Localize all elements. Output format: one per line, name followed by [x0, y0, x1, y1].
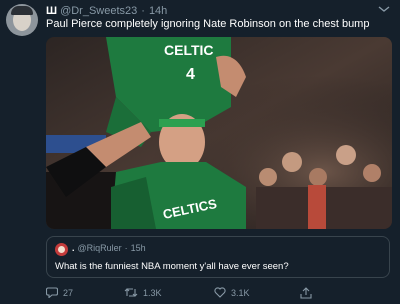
share-button[interactable]: [300, 287, 312, 299]
quote-text: What is the funniest NBA moment y'all ha…: [55, 261, 289, 272]
quote-time: 15h: [130, 243, 146, 253]
like-icon: [214, 287, 226, 298]
avatar[interactable]: [6, 4, 38, 36]
retweet-button[interactable]: 1.3K: [124, 287, 162, 298]
action-bar: 27 1.3K 3.1K: [46, 287, 366, 301]
quoted-tweet[interactable]: . @RiqRuler · 15h What is the funniest N…: [46, 236, 390, 278]
like-button[interactable]: 3.1K: [214, 287, 250, 298]
reply-count: 27: [63, 287, 74, 298]
tweet[interactable]: Ш @Dr_Sweets23 · 14h Paul Pierce complet…: [0, 0, 400, 304]
quote-separator: ·: [124, 243, 128, 253]
quote-name: .: [72, 243, 75, 253]
jersey-top-number: 4: [186, 66, 195, 83]
like-count: 3.1K: [231, 287, 250, 298]
retweet-count: 1.3K: [143, 287, 162, 298]
tweet-text: Paul Pierce completely ignoring Nate Rob…: [46, 18, 370, 30]
user-handle[interactable]: @Dr_Sweets23: [60, 5, 137, 17]
timestamp[interactable]: 14h: [149, 5, 167, 17]
reply-button[interactable]: 27: [46, 287, 73, 298]
more-icon[interactable]: [376, 2, 392, 16]
quote-header: . @RiqRuler · 15h: [72, 243, 146, 253]
reply-icon: [46, 287, 58, 298]
jersey-top-text: CELTIC: [164, 42, 214, 58]
retweet-icon: [124, 287, 138, 298]
quote-handle: @RiqRuler: [77, 243, 122, 253]
tweet-media-image[interactable]: CELTIC 4 CELTICS: [46, 37, 392, 229]
quote-avatar[interactable]: [55, 243, 68, 256]
name-badge[interactable]: Ш: [46, 5, 57, 17]
separator-dot: ·: [141, 5, 145, 17]
tweet-header: Ш @Dr_Sweets23 · 14h: [46, 4, 167, 18]
share-icon: [300, 287, 312, 299]
